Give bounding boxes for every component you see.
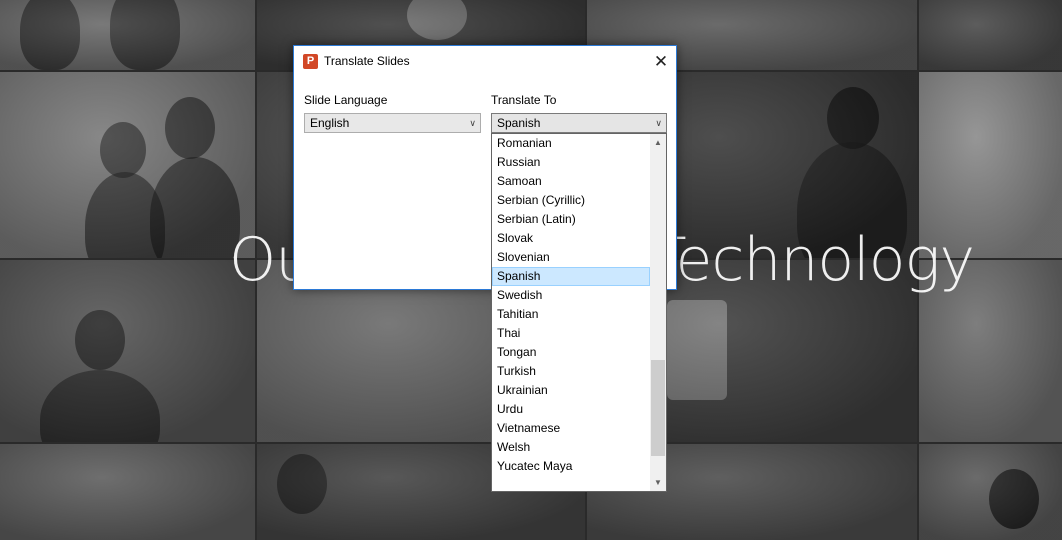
language-option[interactable]: Slovenian xyxy=(492,248,650,267)
language-option[interactable]: Slovak xyxy=(492,229,650,248)
language-option[interactable]: Welsh xyxy=(492,438,650,457)
language-option[interactable]: Romanian xyxy=(492,134,650,153)
language-option[interactable]: Yucatec Maya xyxy=(492,457,650,476)
slide-language-value: English xyxy=(310,116,350,130)
photo-tile xyxy=(0,0,255,70)
dialog-titlebar[interactable]: P Translate Slides ✕ xyxy=(294,46,676,77)
photo-tile xyxy=(0,72,255,258)
language-option[interactable]: Ukrainian xyxy=(492,381,650,400)
translate-to-dropdown-list[interactable]: Romanian Russian Samoan Serbian (Cyrillic) S… xyxy=(491,133,667,492)
scroll-down-arrow-icon[interactable]: ▼ xyxy=(650,474,666,491)
dropdown-scrollbar[interactable]: ▲ ▼ xyxy=(650,134,666,491)
scrollbar-thumb[interactable] xyxy=(651,359,665,456)
powerpoint-icon-glyph: P xyxy=(306,55,315,67)
slide-language-select[interactable]: English ∨ xyxy=(304,113,481,133)
chevron-down-icon: ∨ xyxy=(655,118,662,128)
translate-to-select[interactable]: Spanish ∨ xyxy=(491,113,667,133)
language-option[interactable]: Russian xyxy=(492,153,650,172)
photo-tile xyxy=(0,444,255,540)
background-headline-left: Ou xyxy=(229,225,295,295)
slide-language-label: Slide Language xyxy=(304,93,388,107)
language-option[interactable]: Serbian (Cyrillic) xyxy=(492,191,650,210)
language-options: Romanian Russian Samoan Serbian (Cyrillic) S… xyxy=(492,134,650,476)
background-headline-right: Technology xyxy=(650,225,975,295)
chevron-down-icon: ∨ xyxy=(469,118,476,128)
language-option[interactable]: Serbian (Latin) xyxy=(492,210,650,229)
powerpoint-icon: P xyxy=(303,54,318,69)
language-option[interactable]: Spanish xyxy=(492,267,650,286)
language-option[interactable]: Turkish xyxy=(492,362,650,381)
language-option[interactable]: Swedish xyxy=(492,286,650,305)
language-option[interactable]: Vietnamese xyxy=(492,419,650,438)
dialog-title: Translate Slides xyxy=(324,54,410,68)
close-icon[interactable]: ✕ xyxy=(646,46,676,77)
translate-to-value: Spanish xyxy=(497,116,541,130)
language-option[interactable]: Urdu xyxy=(492,400,650,419)
language-option[interactable]: Samoan xyxy=(492,172,650,191)
language-option[interactable]: Tahitian xyxy=(492,305,650,324)
photo-tile xyxy=(919,0,1062,70)
language-option[interactable]: Thai xyxy=(492,324,650,343)
photo-tile xyxy=(919,444,1062,540)
scroll-up-arrow-icon[interactable]: ▲ xyxy=(650,134,666,151)
language-option[interactable]: Tongan xyxy=(492,343,650,362)
translate-to-label: Translate To xyxy=(491,93,557,107)
photo-tile xyxy=(0,260,255,442)
